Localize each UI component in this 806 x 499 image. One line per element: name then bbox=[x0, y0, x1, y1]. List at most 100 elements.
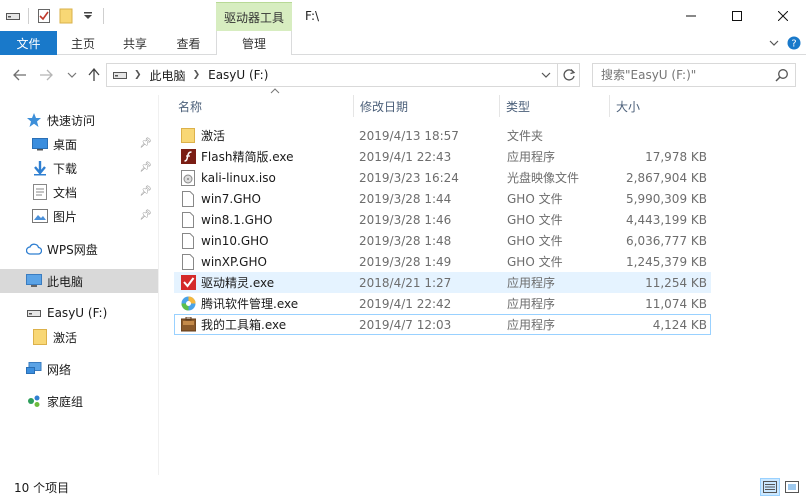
search-icon[interactable] bbox=[775, 68, 789, 85]
tab-manage[interactable]: 管理 bbox=[216, 31, 292, 56]
sidebar-item-this-pc[interactable]: 此电脑 bbox=[0, 269, 158, 293]
sidebar-item-downloads[interactable]: 下载 📌︎ bbox=[0, 156, 158, 180]
list-item[interactable]: 我的工具箱.exe 2019/4/7 12:03 应用程序 4,124 KB bbox=[174, 314, 711, 335]
list-item[interactable]: kali-linux.iso 2019/3/23 16:24 光盘映像文件 2,… bbox=[174, 167, 711, 188]
svg-text:?: ? bbox=[791, 39, 796, 50]
disc-image-icon bbox=[180, 169, 196, 186]
download-icon bbox=[32, 160, 48, 176]
details-view-icon[interactable] bbox=[760, 478, 780, 496]
sidebar-item-label: 下载 bbox=[53, 161, 78, 176]
document-icon bbox=[32, 184, 48, 200]
large-icons-view-icon[interactable] bbox=[782, 478, 802, 496]
breadcrumb-drive[interactable]: EasyU (F:) bbox=[208, 68, 268, 82]
sidebar-item-network[interactable]: 网络 bbox=[0, 357, 158, 381]
pin-icon[interactable]: 📌︎ bbox=[139, 162, 152, 173]
help-icon[interactable]: ? bbox=[784, 31, 804, 55]
list-item[interactable]: 腾讯软件管理.exe 2019/4/1 22:42 应用程序 11,074 KB bbox=[174, 293, 711, 314]
column-header-type[interactable]: 类型 bbox=[500, 95, 610, 117]
list-item[interactable]: win7.GHO 2019/3/28 1:44 GHO 文件 5,990,309… bbox=[174, 188, 711, 209]
list-item[interactable]: 驱动精灵.exe 2018/4/21 1:27 应用程序 11,254 KB bbox=[174, 272, 711, 293]
list-item[interactable]: win10.GHO 2019/3/28 1:48 GHO 文件 6,036,77… bbox=[174, 230, 711, 251]
breadcrumb-this-pc[interactable]: 此电脑 bbox=[150, 67, 186, 84]
search-box[interactable] bbox=[592, 63, 796, 87]
recent-locations-icon[interactable] bbox=[62, 64, 82, 86]
sidebar-item-desktop[interactable]: 桌面 📌︎ bbox=[0, 132, 158, 156]
close-icon[interactable] bbox=[760, 0, 806, 31]
address-dropdown-icon[interactable] bbox=[537, 64, 555, 86]
list-item[interactable]: 激活 2019/4/13 18:57 文件夹 bbox=[174, 125, 711, 146]
maximize-icon[interactable] bbox=[714, 0, 760, 31]
minimize-icon[interactable] bbox=[668, 0, 714, 31]
desktop-icon bbox=[32, 136, 48, 152]
sidebar-item-label: 网络 bbox=[47, 362, 72, 377]
customize-toolbar-icon[interactable] bbox=[79, 7, 97, 25]
file-date: 2019/3/28 1:44 bbox=[359, 191, 452, 206]
navigation-bar: ❯ 此电脑 ❯ EasyU (F:) bbox=[0, 55, 806, 95]
file-name: kali-linux.iso bbox=[201, 170, 276, 185]
forward-arrow-icon[interactable] bbox=[36, 64, 56, 86]
list-item[interactable]: Flash精简版.exe 2019/4/1 22:43 应用程序 17,978 … bbox=[174, 146, 711, 167]
file-name: Flash精简版.exe bbox=[201, 150, 294, 164]
expand-ribbon-icon[interactable] bbox=[764, 31, 784, 55]
drive-icon bbox=[113, 70, 127, 80]
sidebar-item-activation-folder[interactable]: 激活 bbox=[0, 325, 158, 349]
file-size: 4,124 KB bbox=[652, 317, 707, 332]
sidebar-item-drive-f[interactable]: EasyU (F:) bbox=[0, 301, 158, 325]
tab-view[interactable]: 查看 bbox=[161, 31, 216, 55]
quick-access-toolbar bbox=[4, 6, 106, 26]
column-header-name[interactable]: 名称 bbox=[172, 88, 354, 117]
tab-file[interactable]: 文件 bbox=[0, 31, 57, 55]
drive-icon bbox=[26, 305, 42, 321]
homegroup-icon bbox=[26, 393, 42, 409]
file-size: 17,978 KB bbox=[645, 149, 707, 164]
file-date: 2019/3/28 1:48 bbox=[359, 233, 452, 248]
list-item[interactable]: winXP.GHO 2019/3/28 1:49 GHO 文件 1,245,37… bbox=[174, 251, 711, 272]
sidebar-item-documents[interactable]: 文档 📌︎ bbox=[0, 180, 158, 204]
file-size: 5,990,309 KB bbox=[626, 191, 707, 206]
picture-icon bbox=[32, 208, 48, 224]
contextual-tab-header: 驱动器工具 bbox=[216, 2, 292, 31]
column-header-date[interactable]: 修改日期 bbox=[354, 95, 500, 117]
sidebar-item-homegroup[interactable]: 家庭组 bbox=[0, 389, 158, 413]
sidebar-item-pictures[interactable]: 图片 📌︎ bbox=[0, 204, 158, 228]
column-header-size[interactable]: 大小 bbox=[610, 95, 711, 117]
pin-icon[interactable]: 📌︎ bbox=[139, 210, 152, 221]
new-folder-icon[interactable] bbox=[57, 7, 75, 25]
pane-divider[interactable] bbox=[158, 95, 159, 475]
file-name: 激活 bbox=[201, 129, 226, 143]
drive-icon[interactable] bbox=[4, 7, 22, 25]
window-title: F:\ bbox=[305, 9, 320, 23]
list-item[interactable]: win8.1.GHO 2019/3/28 1:46 GHO 文件 4,443,1… bbox=[174, 209, 711, 230]
sidebar-item-quick-access[interactable]: 快速访问 bbox=[0, 108, 158, 132]
search-input[interactable] bbox=[601, 68, 771, 82]
up-arrow-icon[interactable] bbox=[84, 64, 104, 86]
file-type: 文件夹 bbox=[507, 129, 544, 143]
file-date: 2018/4/21 1:27 bbox=[359, 275, 452, 290]
file-date: 2019/3/23 16:24 bbox=[359, 170, 459, 185]
flash-app-icon bbox=[180, 149, 196, 165]
address-bar[interactable]: ❯ 此电脑 ❯ EasyU (F:) bbox=[106, 63, 580, 87]
properties-icon[interactable] bbox=[35, 7, 53, 25]
file-type: 应用程序 bbox=[507, 276, 556, 290]
status-bar: 10 个项目 bbox=[0, 475, 806, 499]
pin-icon[interactable]: 📌︎ bbox=[139, 186, 152, 197]
file-name: 腾讯软件管理.exe bbox=[201, 297, 299, 311]
title-bar: 驱动器工具 F:\ bbox=[0, 0, 806, 31]
refresh-icon[interactable] bbox=[557, 64, 579, 86]
file-name: win10.GHO bbox=[201, 233, 269, 248]
chevron-right-icon[interactable]: ❯ bbox=[193, 70, 201, 80]
file-date: 2019/3/28 1:46 bbox=[359, 212, 452, 227]
file-type: GHO 文件 bbox=[507, 213, 563, 227]
pin-icon[interactable]: 📌︎ bbox=[139, 138, 152, 149]
tab-home[interactable]: 主页 bbox=[57, 31, 109, 55]
file-icon bbox=[180, 253, 196, 270]
chevron-right-icon[interactable]: ❯ bbox=[134, 70, 142, 80]
column-header-label: 名称 bbox=[178, 99, 203, 114]
toolbar-separator bbox=[103, 8, 104, 24]
tab-share[interactable]: 共享 bbox=[109, 31, 161, 55]
file-icon bbox=[180, 211, 196, 228]
sidebar-item-wps-cloud[interactable]: WPS网盘 bbox=[0, 237, 158, 261]
item-count: 10 个项目 bbox=[14, 480, 70, 495]
back-arrow-icon[interactable] bbox=[10, 64, 30, 86]
ribbon-tab-bar: 文件 主页 共享 查看 管理 ? bbox=[0, 31, 806, 56]
